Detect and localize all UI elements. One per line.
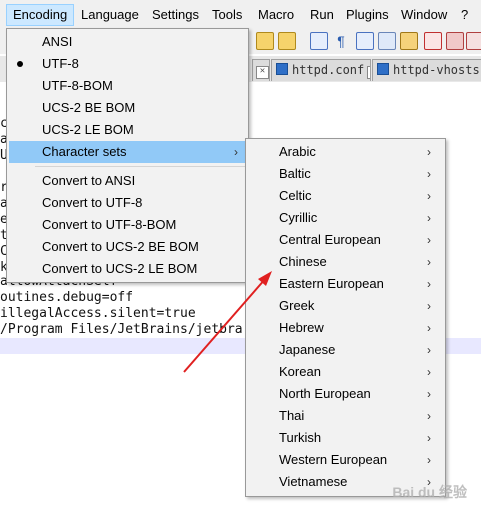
annotation-arrow: [183, 271, 272, 373]
watermark: Bai du 经验: [392, 484, 467, 500]
arrow-shaft: [183, 277, 267, 373]
